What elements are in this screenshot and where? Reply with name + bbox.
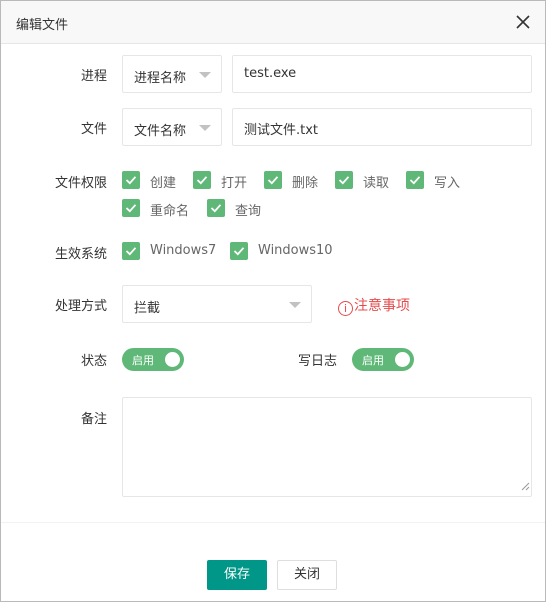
check-icon (122, 171, 140, 189)
check-icon (122, 242, 140, 260)
permission-rename-checkbox[interactable]: 重命名 (122, 199, 197, 219)
permission-read-label: 读取 (363, 176, 390, 191)
chevron-down-icon (199, 72, 211, 78)
system-windows7-label: Windows7 (150, 243, 217, 258)
edit-file-dialog: 编辑文件 进程 进程名称 test.exe 文件 文件名称 测试文件.txt 文… (0, 0, 546, 602)
file-label: 文件 (80, 122, 107, 137)
file-name-value: 测试文件.txt (244, 123, 319, 138)
close-button[interactable]: 关闭 (277, 560, 337, 590)
status-switch[interactable]: 启用 (122, 348, 184, 371)
process-label: 进程 (80, 69, 107, 84)
handling-value: 拦截 (134, 301, 161, 316)
permission-open-checkbox[interactable]: 打开 (193, 171, 253, 191)
status-switch-text: 启用 (132, 354, 154, 367)
notice-text: 注意事项 (354, 298, 410, 314)
resize-grip-icon[interactable] (520, 480, 530, 495)
log-switch-text: 启用 (362, 354, 384, 367)
handling-label: 处理方式 (54, 299, 107, 314)
log-switch[interactable]: 启用 (352, 348, 414, 371)
file-name-input[interactable]: 测试文件.txt (232, 108, 532, 146)
check-icon (230, 242, 248, 260)
process-type-select[interactable]: 进程名称 (122, 55, 222, 93)
handling-select[interactable]: 拦截 (122, 285, 312, 323)
switch-knob (395, 352, 410, 367)
file-type-value: 文件名称 (134, 124, 187, 139)
check-icon (122, 199, 140, 217)
info-icon: i (338, 301, 353, 316)
systems-label: 生效系统 (54, 247, 107, 262)
chevron-down-icon (289, 302, 301, 308)
system-windows10-label: Windows10 (258, 243, 333, 258)
check-icon (193, 171, 211, 189)
process-name-value: test.exe (244, 66, 297, 81)
save-button[interactable]: 保存 (207, 560, 267, 590)
close-icon[interactable] (515, 14, 531, 30)
status-label: 状态 (80, 354, 107, 369)
system-windows7-checkbox[interactable]: Windows7 (122, 242, 222, 260)
permission-write-checkbox[interactable]: 写入 (406, 171, 466, 191)
switch-knob (165, 352, 180, 367)
log-label: 写日志 (297, 354, 337, 369)
permission-create-label: 创建 (150, 176, 177, 191)
file-type-select[interactable]: 文件名称 (122, 108, 222, 146)
permission-delete-label: 删除 (292, 176, 319, 191)
permission-rename-label: 重命名 (150, 204, 190, 219)
permissions-label: 文件权限 (54, 176, 107, 191)
process-type-value: 进程名称 (134, 71, 187, 86)
permission-delete-checkbox[interactable]: 删除 (264, 171, 324, 191)
remark-textarea[interactable] (122, 397, 532, 497)
process-name-input[interactable]: test.exe (232, 55, 532, 93)
notice-link[interactable]: i 注意事项 (338, 295, 410, 316)
check-icon (406, 171, 424, 189)
permission-query-label: 查询 (235, 204, 262, 219)
footer-divider (1, 522, 545, 523)
permission-create-checkbox[interactable]: 创建 (122, 171, 182, 191)
permission-query-checkbox[interactable]: 查询 (207, 199, 267, 219)
chevron-down-icon (199, 125, 211, 131)
system-windows10-checkbox[interactable]: Windows10 (230, 242, 340, 260)
check-icon (335, 171, 353, 189)
dialog-title: 编辑文件 (16, 18, 69, 33)
check-icon (264, 171, 282, 189)
permission-read-checkbox[interactable]: 读取 (335, 171, 395, 191)
dialog-titlebar: 编辑文件 (1, 1, 545, 44)
permission-write-label: 写入 (434, 176, 461, 191)
remark-label: 备注 (80, 412, 107, 427)
check-icon (207, 199, 225, 217)
permission-open-label: 打开 (221, 176, 248, 191)
